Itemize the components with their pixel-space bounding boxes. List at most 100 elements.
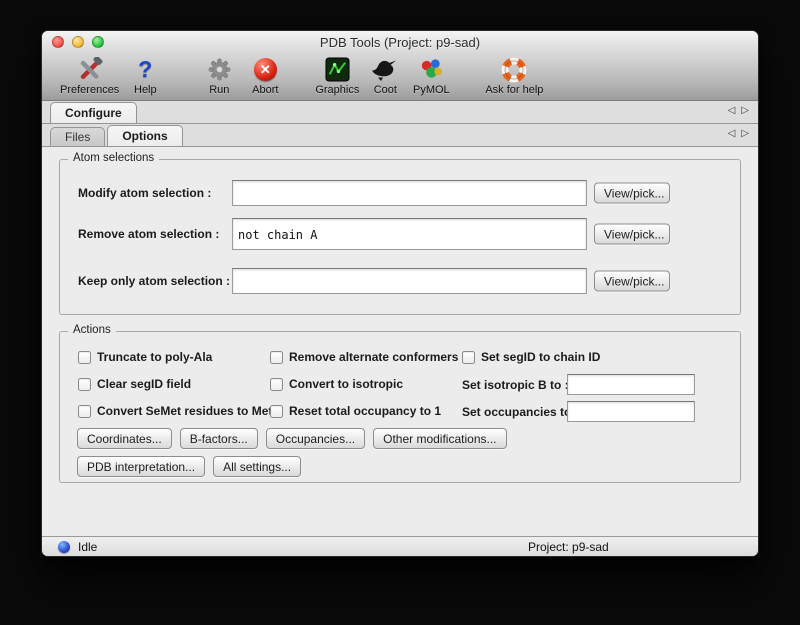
status-indicator-icon	[58, 541, 70, 553]
tab-scroll-right-icon[interactable]: ▷	[741, 105, 749, 116]
view-pick-button[interactable]: View/pick...	[594, 271, 670, 292]
pdb-interpretation-button[interactable]: PDB interpretation...	[77, 456, 205, 477]
checkbox-label: Convert to isotropic	[289, 377, 403, 391]
toolbar-label: Run	[209, 84, 229, 96]
titlebar[interactable]: PDB Tools (Project: p9-sad)	[42, 31, 758, 54]
gear-icon	[207, 56, 232, 83]
checkbox-label: Set segID to chain ID	[481, 350, 600, 364]
tab-pager: ◁ ▷	[728, 105, 749, 116]
toolbar-button-help[interactable]: ? Help	[125, 56, 165, 96]
groupbox-title: Atom selections	[68, 152, 159, 164]
set-occupancies-label: Set occupancies to :	[462, 405, 579, 419]
clear-segid-field-checkbox[interactable]: Clear segID field	[78, 376, 191, 392]
toolbar: Preferences ? Help	[42, 54, 758, 100]
set-isotropic-b-input[interactable]	[567, 374, 695, 395]
options-panel: Atom selections Modify atom selection : …	[42, 147, 758, 536]
tools-icon	[76, 56, 103, 83]
outer-tabstrip: Configure ◁ ▷	[42, 101, 758, 124]
checkbox-box[interactable]	[462, 351, 475, 364]
remove-atom-selection-label: Remove atom selection :	[78, 227, 219, 241]
toolbar-button-coot[interactable]: Coot	[365, 56, 405, 96]
groupbox-title: Actions	[68, 324, 116, 336]
truncate-poly-ala-checkbox[interactable]: Truncate to poly-Ala	[78, 349, 212, 365]
toolbar-label: Coot	[374, 84, 397, 96]
remove-atom-selection-row: Remove atom selection : View/pick...	[60, 218, 740, 250]
checkbox-label: Remove alternate conformers	[289, 350, 458, 364]
set-isotropic-b-field: Set isotropic B to :	[462, 374, 724, 395]
tab-pager: ◁ ▷	[728, 128, 749, 139]
toolbar-button-abort[interactable]: ✕ Abort	[245, 56, 285, 96]
checkbox-box[interactable]	[270, 405, 283, 418]
convert-to-isotropic-checkbox[interactable]: Convert to isotropic	[270, 376, 403, 392]
actions-buttons-row-1: Coordinates... B-factors... Occupancies.…	[77, 428, 507, 449]
toolbar-button-pymol[interactable]: PyMOL	[411, 56, 451, 96]
modify-atom-selection-row: Modify atom selection : View/pick...	[60, 180, 740, 206]
toolbar-button-ask-for-help[interactable]: Ask for help	[485, 56, 543, 96]
toolbar-label: Abort	[252, 84, 278, 96]
tab-label: Options	[122, 129, 167, 143]
modify-atom-selection-input[interactable]	[232, 180, 587, 206]
coordinates-button[interactable]: Coordinates...	[77, 428, 172, 449]
tab-label: Files	[65, 130, 90, 144]
toolbar-label: Graphics	[315, 84, 359, 96]
keep-only-atom-selection-row: Keep only atom selection : View/pick...	[60, 268, 740, 294]
close-window-button[interactable]	[52, 36, 64, 48]
tab-label: Configure	[65, 106, 122, 120]
status-project-label: Project: p9-sad	[528, 540, 609, 554]
checkbox-box[interactable]	[78, 405, 91, 418]
checkbox-box[interactable]	[78, 351, 91, 364]
window-header: PDB Tools (Project: p9-sad) Preferences …	[42, 31, 758, 101]
other-modifications-button[interactable]: Other modifications...	[373, 428, 506, 449]
atom-selections-groupbox: Atom selections Modify atom selection : …	[59, 159, 741, 315]
checkbox-label: Convert SeMet residues to Met	[97, 404, 272, 418]
minimize-window-button[interactable]	[72, 36, 84, 48]
toolbar-button-graphics[interactable]: Graphics	[315, 56, 359, 96]
convert-semet-to-met-checkbox[interactable]: Convert SeMet residues to Met	[78, 403, 272, 419]
set-isotropic-b-label: Set isotropic B to :	[462, 378, 569, 392]
modify-atom-selection-label: Modify atom selection :	[78, 186, 211, 200]
abort-icon: ✕	[254, 56, 277, 83]
occupancies-button[interactable]: Occupancies...	[266, 428, 365, 449]
status-text: Idle	[78, 540, 97, 554]
zoom-window-button[interactable]	[92, 36, 104, 48]
traffic-lights	[52, 36, 104, 48]
graphics-icon	[325, 56, 350, 83]
coot-bird-icon	[371, 56, 399, 83]
checkbox-label: Clear segID field	[97, 377, 191, 391]
pdb-tools-window: PDB Tools (Project: p9-sad) Preferences …	[41, 30, 759, 557]
tab-configure[interactable]: Configure	[50, 102, 137, 123]
all-settings-button[interactable]: All settings...	[213, 456, 301, 477]
checkbox-label: Truncate to poly-Ala	[97, 350, 212, 364]
toolbar-label: Help	[134, 84, 157, 96]
tab-files[interactable]: Files	[50, 127, 105, 146]
remove-atom-selection-input[interactable]	[232, 218, 587, 250]
keep-only-atom-selection-input[interactable]	[232, 268, 587, 294]
tab-options[interactable]: Options	[107, 125, 182, 146]
set-segid-to-chain-id-checkbox[interactable]: Set segID to chain ID	[462, 349, 600, 365]
b-factors-button[interactable]: B-factors...	[180, 428, 258, 449]
status-bar: Idle Project: p9-sad	[42, 536, 758, 556]
toolbar-button-run[interactable]: Run	[199, 56, 239, 96]
checkbox-box[interactable]	[270, 378, 283, 391]
set-occupancies-input[interactable]	[567, 401, 695, 422]
window-title: PDB Tools (Project: p9-sad)	[320, 35, 480, 50]
reset-total-occupancy-checkbox[interactable]: Reset total occupancy to 1	[270, 403, 441, 419]
view-pick-button[interactable]: View/pick...	[594, 224, 670, 245]
checkbox-box[interactable]	[78, 378, 91, 391]
keep-only-atom-selection-label: Keep only atom selection :	[78, 274, 230, 288]
remove-alternate-conformers-checkbox[interactable]: Remove alternate conformers	[270, 349, 458, 365]
set-occupancies-field: Set occupancies to :	[462, 401, 724, 422]
life-ring-icon	[501, 56, 527, 83]
toolbar-label: Ask for help	[485, 84, 543, 96]
actions-groupbox: Actions Truncate to poly-Ala Remove alte…	[59, 331, 741, 483]
actions-buttons-row-2: PDB interpretation... All settings...	[77, 456, 301, 477]
tab-scroll-left-icon[interactable]: ◁	[728, 105, 736, 116]
view-pick-button[interactable]: View/pick...	[594, 183, 670, 204]
checkbox-box[interactable]	[270, 351, 283, 364]
inner-tabstrip: Files Options ◁ ▷	[42, 124, 758, 147]
toolbar-label: Preferences	[60, 84, 119, 96]
toolbar-button-preferences[interactable]: Preferences	[60, 56, 119, 96]
toolbar-label: PyMOL	[413, 84, 450, 96]
tab-scroll-left-icon[interactable]: ◁	[728, 128, 736, 139]
tab-scroll-right-icon[interactable]: ▷	[741, 128, 749, 139]
